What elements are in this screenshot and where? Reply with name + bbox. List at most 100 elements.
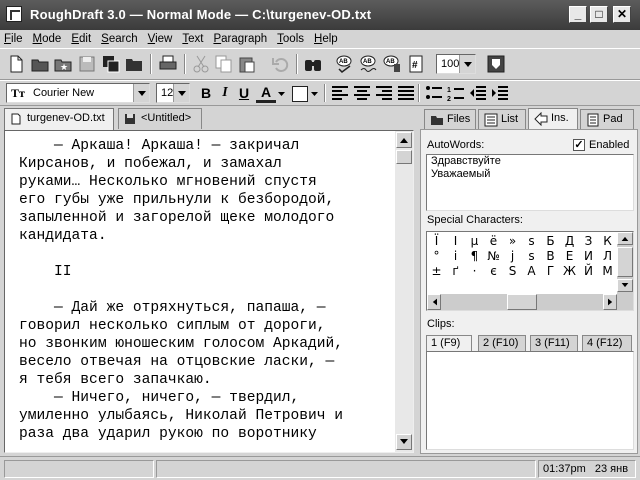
zoom-select[interactable]: 100 [436,54,476,74]
highlight-color-button[interactable] [292,86,308,102]
special-char[interactable]: К [598,234,617,249]
special-char[interactable]: Ѕ [503,264,522,279]
doc-tab-untitled[interactable]: <Untitled> [118,108,202,129]
special-char[interactable]: А [522,264,541,279]
editor-text[interactable]: — Аркаша! Аркаша! — закричал Кирсанов, и… [19,137,389,443]
word-count-icon[interactable]: # [406,54,426,74]
special-char[interactable]: ѕ [522,249,541,264]
special-char[interactable]: Г [541,264,560,279]
indent-icon[interactable] [490,83,510,103]
chevron-down-icon[interactable] [173,84,189,102]
clip-tab-4[interactable]: 4 (F12) [582,335,632,351]
spellcheck-all-icon[interactable]: AB [358,54,378,74]
special-char[interactable]: s [522,234,541,249]
numbered-list-icon[interactable]: 12 [446,83,466,103]
outdent-icon[interactable] [468,83,488,103]
special-char[interactable]: Д [560,234,579,249]
doc-tab-turgenev[interactable]: turgenev-OD.txt [4,108,114,130]
menu-edit[interactable]: Edit [71,33,91,45]
editor-scrollbar[interactable] [395,131,413,452]
scroll-thumb[interactable] [507,294,537,310]
scroll-thumb[interactable] [617,247,633,277]
special-char[interactable]: · [465,264,484,279]
special-char[interactable]: Л [598,249,617,264]
align-center-icon[interactable] [352,83,372,103]
tab-pad[interactable]: Pad [580,109,634,129]
autoword-item[interactable]: Уважаемый [427,168,633,181]
special-char[interactable]: є [484,264,503,279]
special-char[interactable]: Ж [560,264,579,279]
special-char[interactable]: І [446,234,465,249]
menu-help[interactable]: Help [314,33,338,45]
cut-icon[interactable] [191,54,211,74]
find-icon[interactable] [303,54,323,74]
bold-button[interactable]: B [196,83,216,103]
menu-view[interactable]: View [148,33,173,45]
enabled-checkbox[interactable]: ✓ [573,139,585,151]
chevron-down-icon[interactable] [459,55,475,73]
special-char[interactable]: Е [560,249,579,264]
scroll-down-button[interactable] [396,434,412,450]
bullet-list-icon[interactable] [424,83,444,103]
align-justify-icon[interactable] [396,83,416,103]
copy-icon[interactable] [214,54,234,74]
scroll-up-button[interactable] [396,132,412,148]
special-char[interactable]: ј [503,249,522,264]
special-char[interactable]: № [484,249,503,264]
special-char[interactable]: И [579,249,598,264]
menu-mode[interactable]: Mode [33,33,62,45]
special-char[interactable]: Й [579,264,598,279]
menu-text[interactable]: Text [182,33,203,45]
editor-area[interactable]: — Аркаша! Аркаша! — закричал Кирсанов, и… [4,130,414,453]
open-favorite-icon[interactable]: ★ [53,54,73,74]
tab-files[interactable]: Files [424,109,476,129]
chars-hscroll[interactable] [427,294,633,310]
menu-file[interactable]: File [4,33,23,45]
save-all-icon[interactable] [101,54,121,74]
close-button[interactable]: ✕ [613,6,631,23]
save-icon[interactable] [77,54,97,74]
italic-button[interactable]: I [215,83,235,103]
spellcheck-icon[interactable]: AB [334,54,354,74]
special-char[interactable]: ґ [446,264,465,279]
app-icon[interactable] [6,6,22,22]
new-doc-icon[interactable] [6,54,26,74]
paste-icon[interactable] [237,54,257,74]
folder-icon[interactable] [124,54,144,74]
font-name-select[interactable]: Tт Courier New [6,83,150,103]
clip-tab-3[interactable]: 3 (F11) [530,335,578,351]
maximize-button[interactable]: □ [590,6,608,23]
scroll-left-button[interactable] [427,294,441,310]
scroll-down-button[interactable] [617,279,633,292]
undo-icon[interactable] [270,54,290,74]
chars-vscroll[interactable] [617,232,633,294]
font-size-select[interactable]: 12 [156,83,190,103]
special-char[interactable]: » [503,234,522,249]
special-char[interactable]: М [598,264,617,279]
special-char[interactable]: µ [465,234,484,249]
clip-content[interactable] [426,351,634,450]
autowords-list[interactable]: Здравствуйте Уважаемый [426,154,634,211]
underline-button[interactable]: U [234,83,254,103]
go-to-icon[interactable] [486,54,506,74]
highlight-color-dropdown[interactable] [310,87,319,99]
scroll-up-button[interactable] [617,232,633,245]
special-char[interactable]: З [579,234,598,249]
special-char[interactable]: ё [484,234,503,249]
scroll-thumb[interactable] [396,150,412,164]
menu-paragraph[interactable]: Paragraph [213,33,267,45]
clip-tab-2[interactable]: 2 (F10) [478,335,526,351]
font-color-button[interactable]: A [256,83,276,103]
align-left-icon[interactable] [330,83,350,103]
minimize-button[interactable]: _ [569,6,587,23]
autoword-item[interactable]: Здравствуйте [427,155,633,168]
print-icon[interactable] [158,54,178,74]
special-char[interactable]: Ї [427,234,446,249]
font-color-dropdown[interactable] [277,87,286,99]
tab-insert[interactable]: Ins. [528,108,578,130]
special-char[interactable]: В [541,249,560,264]
menu-search[interactable]: Search [101,33,137,45]
special-char[interactable]: ° [427,249,446,264]
open-folder-icon[interactable] [30,54,50,74]
tab-list[interactable]: List [478,109,526,129]
